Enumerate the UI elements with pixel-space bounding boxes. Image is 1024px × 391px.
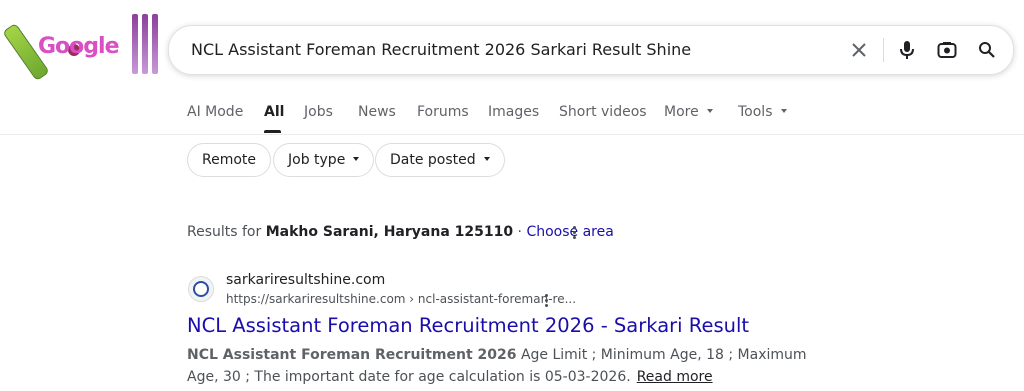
location-separator: · (517, 224, 522, 240)
chevron-down-icon (780, 109, 787, 113)
tab-tools[interactable]: Tools (738, 104, 787, 120)
result-site-name[interactable]: sarkariresultshine.com (226, 272, 385, 288)
location-prefix: Results for (187, 224, 262, 240)
chip-label: Job type (288, 152, 346, 168)
location-more-options-icon[interactable] (566, 222, 582, 242)
chip-remote[interactable]: Remote (187, 143, 272, 177)
chevron-down-icon (483, 157, 490, 161)
chevron-down-icon (353, 157, 360, 161)
tab-more[interactable]: More (664, 104, 713, 120)
tab-tools-label: Tools (738, 104, 773, 120)
tab-forums[interactable]: Forums (417, 104, 469, 120)
search-icon[interactable] (969, 26, 1005, 74)
search-divider (883, 38, 884, 62)
tab-more-label: More (664, 104, 699, 120)
tabs-divider (0, 134, 1024, 135)
chip-label: Date posted (390, 152, 476, 168)
clear-icon[interactable] (841, 26, 877, 74)
tab-all[interactable]: All (264, 104, 284, 120)
logo-text: Google (38, 34, 119, 59)
site-favicon-icon[interactable] (188, 276, 214, 302)
tab-images[interactable]: Images (488, 104, 539, 120)
tab-ai-mode[interactable]: AI Mode (187, 104, 243, 120)
location-line: Results for Makho Sarani, Haryana 125110… (187, 224, 614, 240)
snippet-bold: NCL Assistant Foreman Recruitment 2026 (187, 347, 517, 363)
chip-label: Remote (202, 152, 257, 168)
chevron-down-icon (706, 109, 713, 113)
result-more-options-icon[interactable] (538, 290, 554, 310)
result-url[interactable]: https://sarkariresultshine.com › ncl-ass… (226, 292, 576, 306)
result-snippet: NCL Assistant Foreman Recruitment 2026 A… (187, 344, 827, 388)
active-tab-indicator (264, 130, 281, 133)
lens-camera-icon[interactable] (929, 26, 965, 74)
search-input[interactable]: NCL Assistant Foreman Recruitment 2026 S… (191, 40, 691, 59)
result-title-link[interactable]: NCL Assistant Foreman Recruitment 2026 -… (187, 314, 749, 337)
tab-jobs[interactable]: Jobs (304, 104, 333, 120)
search-box[interactable]: NCL Assistant Foreman Recruitment 2026 S… (168, 25, 1014, 75)
read-more-link[interactable]: Read more (637, 369, 713, 385)
chip-date-posted[interactable]: Date posted (375, 143, 505, 177)
location-place: Makho Sarani, Haryana 125110 (265, 224, 514, 240)
tab-short-videos[interactable]: Short videos (559, 104, 647, 120)
cricket-stumps-icon (130, 14, 164, 76)
tab-news[interactable]: News (358, 104, 396, 120)
google-doodle-logo[interactable]: Google (2, 6, 168, 82)
chip-job-type[interactable]: Job type (273, 143, 375, 177)
microphone-icon[interactable] (889, 26, 925, 74)
